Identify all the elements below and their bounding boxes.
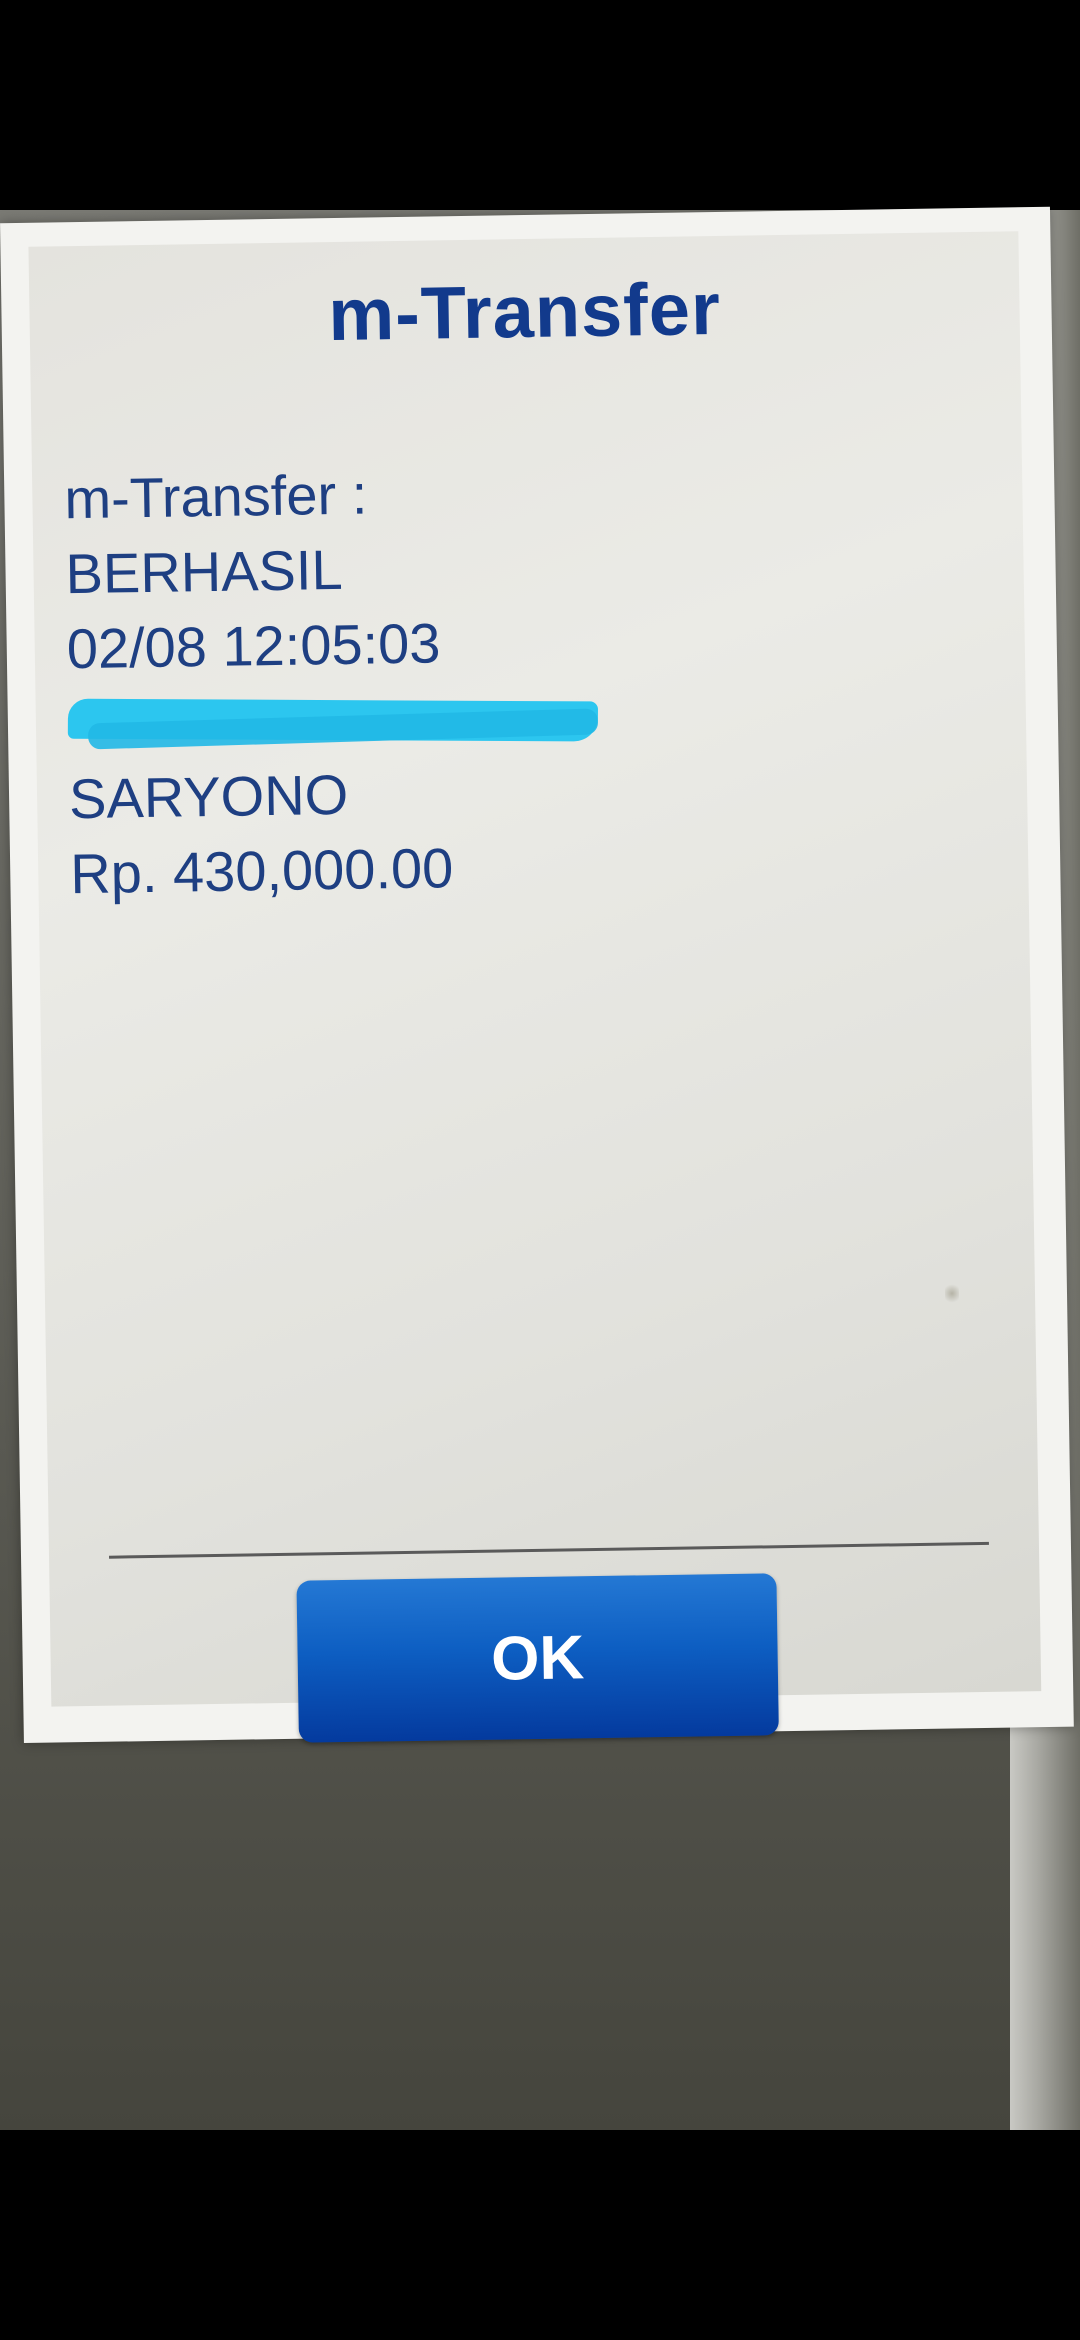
divider <box>109 1541 989 1559</box>
message-label: m-Transfer : <box>63 462 368 531</box>
redacted-account-line <box>67 672 968 761</box>
amount-text: Rp. 430,000.00 <box>69 836 454 906</box>
dialog-message: m-Transfer : BERHASIL 02/08 12:05:03 SAR… <box>64 447 971 911</box>
status-text: BERHASIL <box>65 537 344 606</box>
dialog-frame: m-Transfer m-Transfer : BERHASIL 02/08 1… <box>0 206 1074 1744</box>
recipient-name: SARYONO <box>68 762 349 831</box>
dialog-title: m-Transfer <box>327 266 722 357</box>
transfer-result-dialog: m-Transfer m-Transfer : BERHASIL 02/08 1… <box>28 231 1042 1743</box>
datetime-text: 02/08 12:05:03 <box>66 611 441 681</box>
screen-speck <box>944 1282 960 1305</box>
screen: m-Transfer m-Transfer : BERHASIL 02/08 1… <box>0 0 1080 2340</box>
ok-button[interactable]: OK <box>296 1573 779 1743</box>
